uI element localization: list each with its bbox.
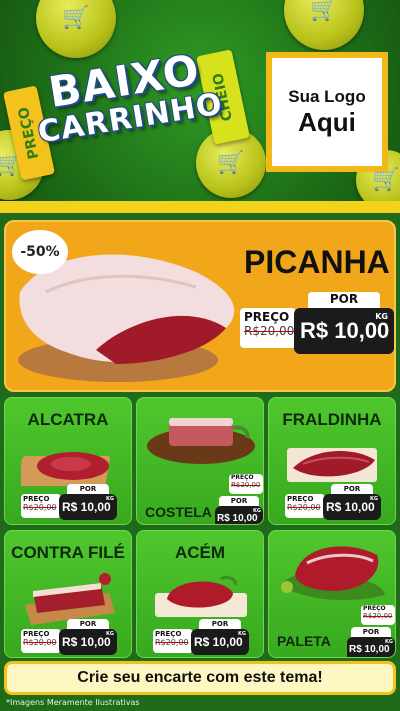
logo-placeholder[interactable]: Sua Logo Aqui bbox=[266, 52, 388, 172]
costela-image bbox=[147, 418, 255, 464]
price-tag: PREÇO R$20,00 POR R$ 10,00 KG bbox=[21, 484, 117, 520]
product-card-acem[interactable]: ACÉM PREÇO R$20,00 POR R$ 10,00 KG bbox=[136, 530, 264, 658]
price-tag: PREÇO R$20,00 POR R$ 10,00 KG bbox=[21, 619, 117, 655]
product-name: PALETA bbox=[277, 633, 331, 649]
old-price: R$20,00 bbox=[231, 481, 261, 489]
acem-image bbox=[155, 575, 247, 617]
paleta-image bbox=[281, 546, 385, 601]
old-price: R$20,00 bbox=[23, 638, 57, 647]
hero-new-price-box: POR R$ 10,00 KG bbox=[294, 292, 394, 354]
product-name: COSTELA bbox=[145, 504, 212, 520]
logo-line-1: Sua Logo bbox=[288, 86, 366, 106]
por-label: POR bbox=[199, 619, 241, 629]
fraldinha-image bbox=[287, 448, 377, 482]
header-banner: 🛒 🛒 🛒 🛒 🛒 PREÇO CHEIO BAIXO CARRINHO Sua… bbox=[0, 0, 400, 210]
old-price-box: PREÇO R$20,00 bbox=[21, 494, 61, 518]
old-price: R$20,00 bbox=[363, 612, 393, 620]
unit: KG bbox=[106, 631, 114, 637]
product-name: FRALDINHA bbox=[282, 410, 382, 429]
old-price-box: PREÇO R$20,00 bbox=[361, 605, 395, 625]
new-price-box: POR R$ 10,00 KG bbox=[59, 484, 117, 520]
old-price-box: PREÇO R$20,00 bbox=[229, 474, 263, 494]
hero-unit: KG bbox=[375, 312, 388, 321]
price-label: PREÇO bbox=[287, 495, 314, 503]
old-price: R$20,00 bbox=[287, 503, 321, 512]
hero-product-card[interactable]: -50% PICANHA PREÇO R$20,00 POR R$ 10,00 … bbox=[4, 220, 396, 392]
old-price-box: PREÇO R$20,00 bbox=[285, 494, 325, 518]
old-price: R$20,00 bbox=[23, 503, 57, 512]
unit: KG bbox=[370, 496, 378, 502]
hero-old-price: R$20,00 bbox=[244, 324, 295, 338]
old-price: R$20,00 bbox=[155, 638, 189, 647]
hero-price-tag: PREÇO R$20,00 POR R$ 10,00 KG bbox=[240, 292, 394, 354]
new-price-box: POR R$ 10,00 KG bbox=[215, 496, 263, 524]
price-label: PREÇO bbox=[231, 474, 254, 481]
por-label: POR bbox=[67, 619, 109, 629]
price-label: PREÇO bbox=[23, 630, 50, 638]
product-card-alcatra[interactable]: ALCATRA PREÇO R$20,00 POR R$ 10,00 KG bbox=[4, 397, 132, 525]
hero-old-price-box: PREÇO R$20,00 bbox=[240, 308, 296, 348]
product-card-fraldinha[interactable]: FRALDINHA PREÇO R$20,00 POR R$ 10,00 KG bbox=[268, 397, 396, 525]
old-price-box: PREÇO R$20,00 bbox=[21, 629, 61, 653]
unit: KG bbox=[253, 508, 261, 514]
contra-file-image bbox=[25, 573, 115, 625]
por-label: POR bbox=[219, 496, 259, 506]
por-label: POR bbox=[331, 484, 373, 494]
product-name: CONTRA FILÉ bbox=[11, 543, 125, 562]
new-price-box: POR R$ 10,00 KG bbox=[347, 627, 395, 657]
hero-por-label: POR bbox=[308, 292, 380, 308]
price-label: PREÇO bbox=[23, 495, 50, 503]
price-tag: PREÇO R$20,00 POR R$ 10,00 KG bbox=[153, 619, 249, 655]
product-card-contra-file[interactable]: CONTRA FILÉ PREÇO R$20,00 POR R$ 10,00 K… bbox=[4, 530, 132, 658]
new-price-box: POR R$ 10,00 KG bbox=[191, 619, 249, 655]
price-tag: PREÇO R$20,00 POR R$ 10,00 KG bbox=[215, 474, 263, 524]
hero-price-label: PREÇO bbox=[244, 310, 290, 324]
por-label: POR bbox=[351, 627, 391, 637]
cart-coin-icon: 🛒 bbox=[284, 0, 364, 50]
price-tag: PREÇO R$20,00 POR R$ 10,00 KG bbox=[347, 605, 395, 657]
logo-line-2: Aqui bbox=[298, 106, 356, 137]
discount-badge: -50% bbox=[12, 230, 68, 274]
unit: KG bbox=[106, 496, 114, 502]
price-label: PREÇO bbox=[155, 630, 182, 638]
product-name: ALCATRA bbox=[27, 410, 109, 429]
cart-coin-icon: 🛒 bbox=[36, 0, 116, 58]
new-price-box: POR R$ 10,00 KG bbox=[323, 484, 381, 520]
price-tag: PREÇO R$20,00 POR R$ 10,00 KG bbox=[285, 484, 381, 520]
price-label: PREÇO bbox=[363, 605, 386, 612]
disclaimer-text: *Imagens Meramente Ilustrativas bbox=[6, 698, 140, 707]
unit: KG bbox=[238, 631, 246, 637]
unit: KG bbox=[385, 639, 393, 645]
cta-banner[interactable]: Crie seu encarte com este tema! bbox=[4, 661, 396, 695]
divider-stripe bbox=[0, 201, 400, 213]
product-card-paleta[interactable]: PALETA PREÇO R$20,00 POR R$ 10,00 KG bbox=[268, 530, 396, 658]
product-card-costela[interactable]: COSTELA PREÇO R$20,00 POR R$ 10,00 KG bbox=[136, 397, 264, 525]
product-name: ACÉM bbox=[174, 543, 226, 562]
old-price-box: PREÇO R$20,00 bbox=[153, 629, 193, 653]
hero-product-name: PICANHA bbox=[244, 244, 390, 280]
new-price-box: POR R$ 10,00 KG bbox=[59, 619, 117, 655]
por-label: POR bbox=[67, 484, 109, 494]
